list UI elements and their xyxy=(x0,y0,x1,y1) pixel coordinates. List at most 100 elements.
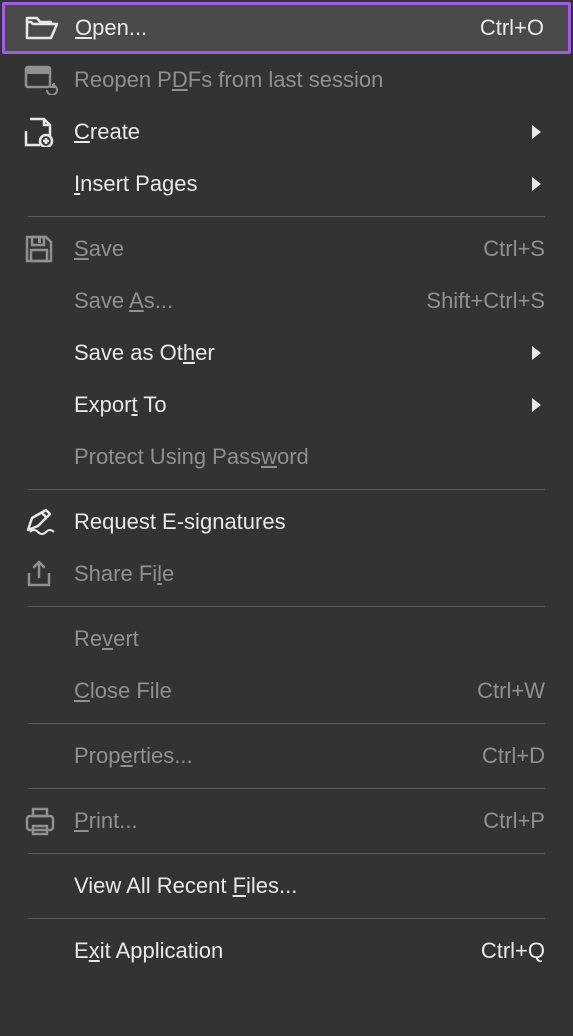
menu-item-0[interactable]: Open...Ctrl+O xyxy=(2,2,571,54)
mnemonic: C xyxy=(74,678,90,703)
print-icon xyxy=(24,806,56,836)
submenu-arrow-icon xyxy=(532,125,541,139)
menu-item-14: Revert xyxy=(0,613,573,665)
label-pre: Reopen P xyxy=(74,67,172,92)
menu-item-label: Print... xyxy=(74,808,483,834)
reopen-icon xyxy=(24,65,58,95)
open-folder-icon xyxy=(25,14,59,42)
label-pre: Save as Ot xyxy=(74,340,183,365)
menu-item-label: Revert xyxy=(74,626,545,652)
menu-item-9: Protect Using Password xyxy=(0,431,573,483)
label-pre: Protect Using Pass xyxy=(74,444,261,469)
mnemonic: P xyxy=(74,808,89,833)
mnemonic: e xyxy=(120,743,132,768)
label-post: natures xyxy=(212,509,285,534)
label-pre: E xyxy=(74,938,89,963)
menu-item-label: Open... xyxy=(75,15,480,41)
save-icon-slot xyxy=(24,234,74,264)
label-post: ord xyxy=(277,444,309,469)
shortcut-label: Shift+Ctrl+S xyxy=(426,288,545,314)
mnemonic: O xyxy=(75,15,92,40)
signature-icon-slot xyxy=(24,508,74,536)
submenu-arrow-icon xyxy=(532,398,541,412)
mnemonic: v xyxy=(102,626,113,651)
label-pre: Save xyxy=(74,288,129,313)
menu-separator xyxy=(28,918,545,919)
menu-item-1: Reopen PDFs from last session xyxy=(0,54,573,106)
label-post: reate xyxy=(90,119,140,144)
menu-item-2[interactable]: Create xyxy=(0,106,573,158)
submenu-arrow-icon xyxy=(532,177,541,191)
label-post: ert xyxy=(113,626,139,651)
menu-item-label: Properties... xyxy=(74,743,482,769)
mnemonic: w xyxy=(261,444,277,469)
menu-item-label: Exit Application xyxy=(74,938,481,964)
menu-item-5: SaveCtrl+S xyxy=(0,223,573,275)
menu-item-3[interactable]: Insert Pages xyxy=(0,158,573,210)
share-icon-slot xyxy=(24,559,74,589)
label-pre: Prop xyxy=(74,743,120,768)
menu-item-15: Close File Ctrl+W xyxy=(0,665,573,717)
menu-separator xyxy=(28,216,545,217)
label-post: nsert Pages xyxy=(80,171,197,196)
menu-item-8[interactable]: Export To xyxy=(0,379,573,431)
file-menu: Open...Ctrl+OReopen PDFs from last sessi… xyxy=(0,0,573,977)
menu-item-17: Properties...Ctrl+D xyxy=(0,730,573,782)
mnemonic: S xyxy=(74,236,89,261)
menu-item-21[interactable]: View All Recent Files... xyxy=(0,860,573,912)
label-post: pen... xyxy=(92,15,147,40)
shortcut-label: Ctrl+P xyxy=(483,808,545,834)
create-icon xyxy=(24,117,58,147)
shortcut-label: Ctrl+D xyxy=(482,743,545,769)
menu-separator xyxy=(28,606,545,607)
label-post: ave xyxy=(89,236,124,261)
label-post: it Application xyxy=(100,938,224,963)
signature-icon xyxy=(24,508,58,536)
mnemonic: x xyxy=(89,938,100,963)
menu-separator xyxy=(28,723,545,724)
create-icon-slot xyxy=(24,117,74,147)
label-post: iles... xyxy=(246,873,297,898)
menu-separator xyxy=(28,853,545,854)
menu-item-7[interactable]: Save as Other xyxy=(0,327,573,379)
mnemonic: g xyxy=(200,509,212,534)
menu-item-label: Save xyxy=(74,236,483,262)
submenu-arrow-icon xyxy=(532,346,541,360)
mnemonic: h xyxy=(183,340,195,365)
menu-item-label: Insert Pages xyxy=(74,171,532,197)
label-post: e xyxy=(162,561,174,586)
share-icon xyxy=(24,559,54,589)
menu-item-label: Protect Using Password xyxy=(74,444,545,470)
menu-item-label: Reopen PDFs from last session xyxy=(74,67,545,93)
save-icon xyxy=(24,234,54,264)
label-post: lose File xyxy=(90,678,172,703)
menu-item-label: Export To xyxy=(74,392,532,418)
label-post: rties... xyxy=(133,743,193,768)
shortcut-label: Ctrl+O xyxy=(480,15,544,41)
label-pre: Expor xyxy=(74,392,131,417)
mnemonic: D xyxy=(172,67,188,92)
label-post: er xyxy=(195,340,215,365)
menu-item-label: Save as Other xyxy=(74,340,532,366)
menu-separator xyxy=(28,489,545,490)
label-pre: View All Recent xyxy=(74,873,233,898)
open-folder-icon-slot xyxy=(25,14,75,42)
menu-item-6: Save As...Shift+Ctrl+S xyxy=(0,275,573,327)
shortcut-label: Ctrl+W xyxy=(477,678,545,704)
menu-item-label: Save As... xyxy=(74,288,426,314)
shortcut-label: Ctrl+Q xyxy=(481,938,545,964)
mnemonic: C xyxy=(74,119,90,144)
menu-item-23[interactable]: Exit ApplicationCtrl+Q xyxy=(0,925,573,977)
menu-item-12: Share File xyxy=(0,548,573,600)
shortcut-label: Ctrl+S xyxy=(483,236,545,262)
menu-item-label: View All Recent Files... xyxy=(74,873,545,899)
label-pre: Re xyxy=(74,626,102,651)
menu-item-label: Share File xyxy=(74,561,545,587)
menu-item-label: Create xyxy=(74,119,532,145)
mnemonic: F xyxy=(233,873,246,898)
label-post: rint... xyxy=(89,808,138,833)
label-post: s... xyxy=(144,288,173,313)
menu-item-11[interactable]: Request E-signatures xyxy=(0,496,573,548)
label-post: To xyxy=(138,392,167,417)
mnemonic: A xyxy=(129,288,144,313)
